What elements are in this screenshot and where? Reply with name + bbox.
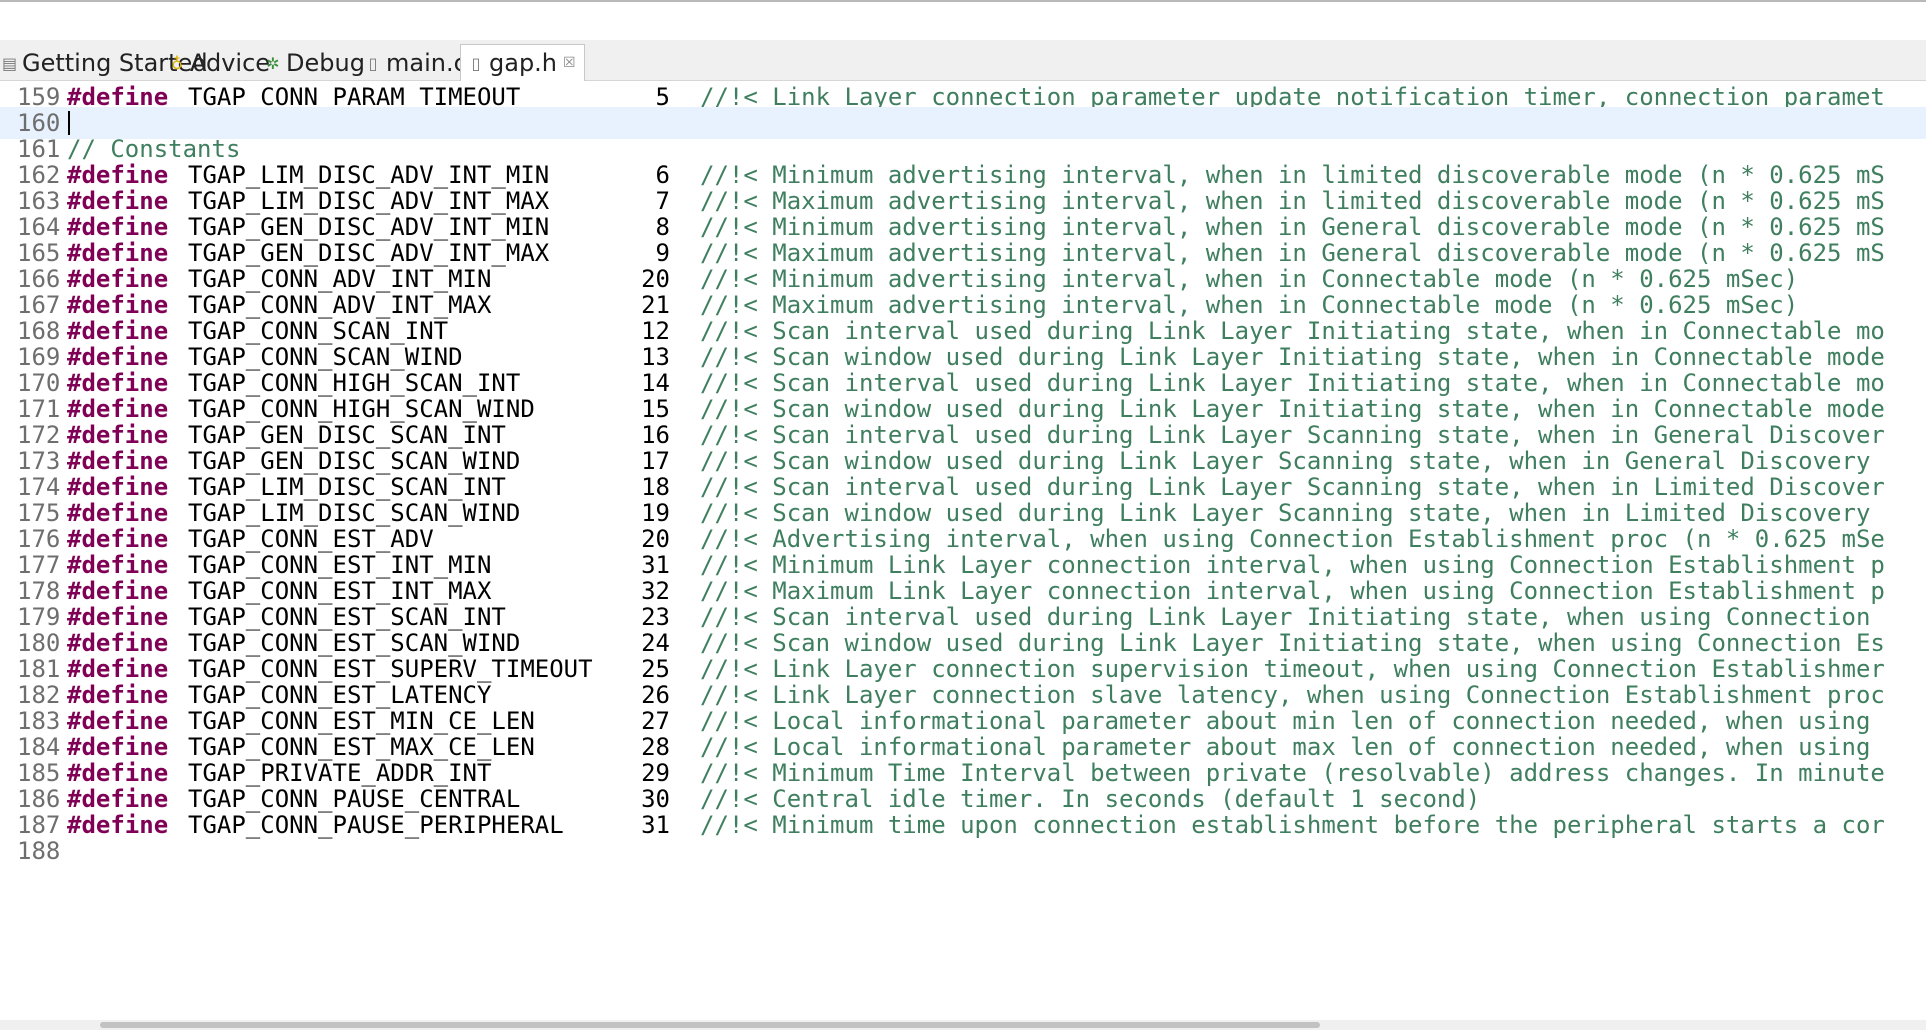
scrollbar-thumb[interactable] (100, 1022, 1320, 1028)
tab-debug[interactable]: ✲ Debug (258, 46, 373, 80)
tab-label: gap.h (489, 49, 558, 77)
tab-label: main.c (386, 49, 467, 77)
tab-label: Debug (286, 49, 365, 77)
page-icon: ▤ (2, 53, 18, 73)
lightbulb-icon: ♁ (171, 53, 183, 73)
toolbar-area (0, 0, 1926, 41)
editor-tab-bar: ▤ Getting Started ♁ Advice ✲ Debug ▯ mai… (0, 40, 1926, 81)
tab-main-c[interactable]: ▯ main.c (358, 46, 475, 80)
code-line[interactable]: 188 (0, 835, 1926, 867)
window-border (0, 0, 1926, 2)
c-file-icon: ▯ (368, 53, 378, 73)
debug-icon: ✲ (266, 53, 280, 73)
horizontal-scrollbar[interactable] (0, 1020, 1926, 1030)
line-number: 188 (17, 837, 61, 865)
code-editor[interactable]: 159 #define TGAP_CONN_PARAM_TIMEOUT 5//!< L… (0, 81, 1926, 1020)
tab-gap-h[interactable]: ▯ gap.h ☒ (460, 44, 585, 81)
h-file-icon: ▯ (471, 53, 481, 73)
text-caret (68, 111, 70, 135)
close-icon[interactable]: ☒ (563, 55, 576, 71)
